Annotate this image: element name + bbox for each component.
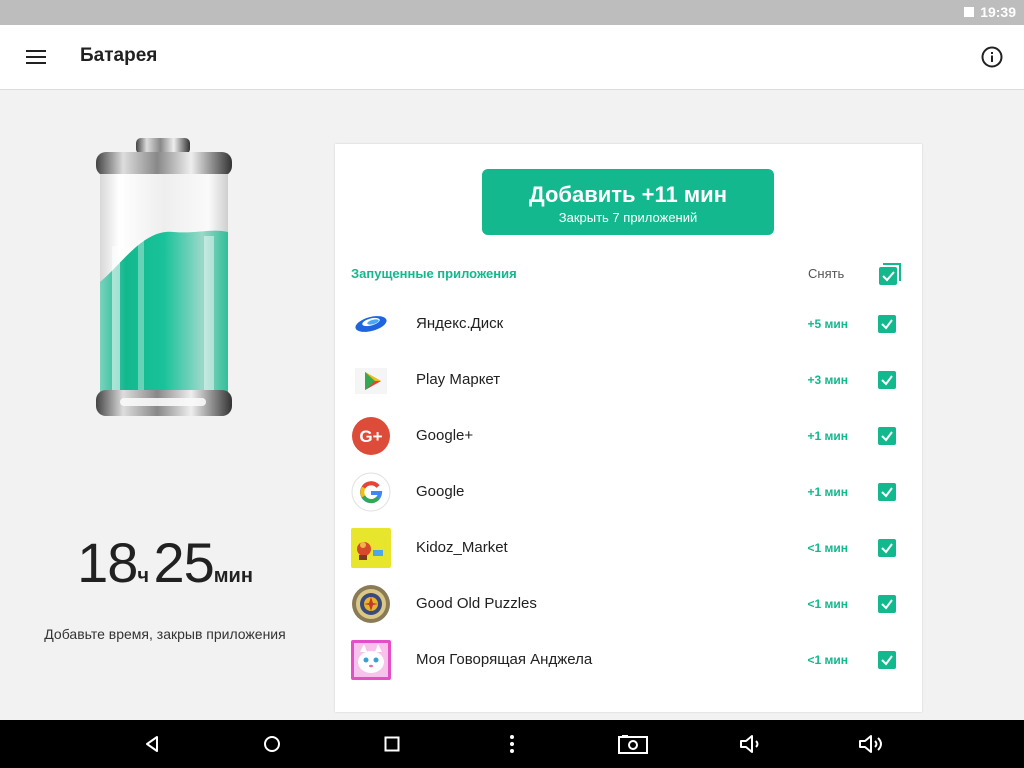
time-caption: Добавьте время, закрыв приложения (44, 626, 286, 642)
app-checkbox[interactable] (878, 539, 896, 557)
add-time-button-label: Добавить +11 мин (529, 182, 727, 207)
app-gain: <1 мин (807, 597, 848, 611)
list-item[interactable]: Google +1 мин (335, 464, 922, 520)
list-item[interactable]: Kidoz_Market <1 мин (335, 520, 922, 576)
running-apps-header: Запущенные приложения Снять (335, 256, 922, 292)
good-old-puzzles-icon (351, 584, 391, 624)
select-all-checkbox[interactable] (878, 262, 902, 286)
app-gain: +1 мин (807, 485, 848, 499)
add-time-button[interactable]: Добавить +11 мин Закрыть 7 приложений (482, 169, 774, 235)
app-checkbox[interactable] (878, 483, 896, 501)
yandex-disk-icon (351, 304, 391, 344)
app-name: Google (416, 483, 465, 500)
app-name: Play Маркет (416, 371, 501, 388)
volume-up-icon[interactable] (857, 732, 887, 756)
talking-angela-icon (351, 640, 391, 680)
page-title: Батарея (80, 45, 158, 66)
app-gain: +1 мин (807, 429, 848, 443)
navigation-bar (0, 720, 1024, 768)
hours-unit: ч (137, 565, 149, 587)
play-market-icon (351, 360, 391, 400)
uncheck-all-button[interactable]: Снять (808, 266, 844, 281)
app-name: Моя Говорящая Анджела (416, 651, 593, 668)
list-item[interactable]: Play Маркет +3 мин (335, 352, 922, 408)
main-content: 18ч 25мин Добавьте время, закрыв приложе… (0, 90, 1024, 720)
screenshot-icon[interactable] (617, 732, 649, 756)
app-gain: +3 мин (807, 373, 848, 387)
app-gain: <1 мин (807, 653, 848, 667)
app-checkbox[interactable] (878, 651, 896, 669)
add-time-button-sublabel: Закрыть 7 приложений (558, 210, 698, 225)
app-checkbox[interactable] (878, 427, 896, 445)
hours-value: 18 (77, 531, 138, 594)
status-bar: 19:39 (0, 0, 1024, 25)
list-item[interactable]: Моя Говорящая Анджела <1 мин (335, 632, 922, 688)
list-item[interactable]: Good Old Puzzles <1 мин (335, 576, 922, 632)
recents-icon[interactable] (379, 732, 405, 756)
minutes-unit: мин (213, 565, 253, 587)
home-icon[interactable] (259, 732, 285, 756)
app-checkbox[interactable] (878, 595, 896, 613)
google-plus-icon: G+ (351, 416, 391, 456)
status-right: 19:39 (964, 4, 1016, 20)
app-bar: Батарея (0, 25, 1024, 90)
list-item[interactable]: G+ Google+ +1 мин (335, 408, 922, 464)
more-icon[interactable] (499, 732, 525, 756)
minutes-value: 25 (153, 531, 214, 594)
app-name: Google+ (416, 427, 474, 444)
back-icon[interactable] (139, 732, 165, 756)
running-apps-card: Добавить +11 мин Закрыть 7 приложений За… (335, 144, 922, 712)
volume-down-icon[interactable] (737, 732, 765, 756)
app-name: Kidoz_Market (416, 539, 508, 556)
app-name: Good Old Puzzles (416, 595, 537, 612)
battery-cap (136, 138, 190, 154)
status-time: 19:39 (980, 4, 1016, 20)
list-item[interactable]: Яндекс.Диск +5 мин (335, 296, 922, 352)
time-remaining: 18ч 25мин (0, 530, 330, 595)
kidoz-market-icon (351, 528, 391, 568)
battery-top-ring (96, 152, 232, 176)
app-gain: +5 мин (807, 317, 848, 331)
info-icon[interactable] (978, 43, 1006, 71)
battery-illustration (92, 136, 236, 420)
app-checkbox[interactable] (878, 315, 896, 333)
app-name: Яндекс.Диск (416, 315, 504, 332)
notification-icon (964, 7, 975, 17)
running-apps-title: Запущенные приложения (351, 266, 517, 281)
app-gain: <1 мин (807, 541, 848, 555)
app-checkbox[interactable] (878, 371, 896, 389)
google-icon (351, 472, 391, 512)
hamburger-menu-icon[interactable] (18, 45, 54, 69)
svg-text:G+: G+ (359, 427, 382, 446)
